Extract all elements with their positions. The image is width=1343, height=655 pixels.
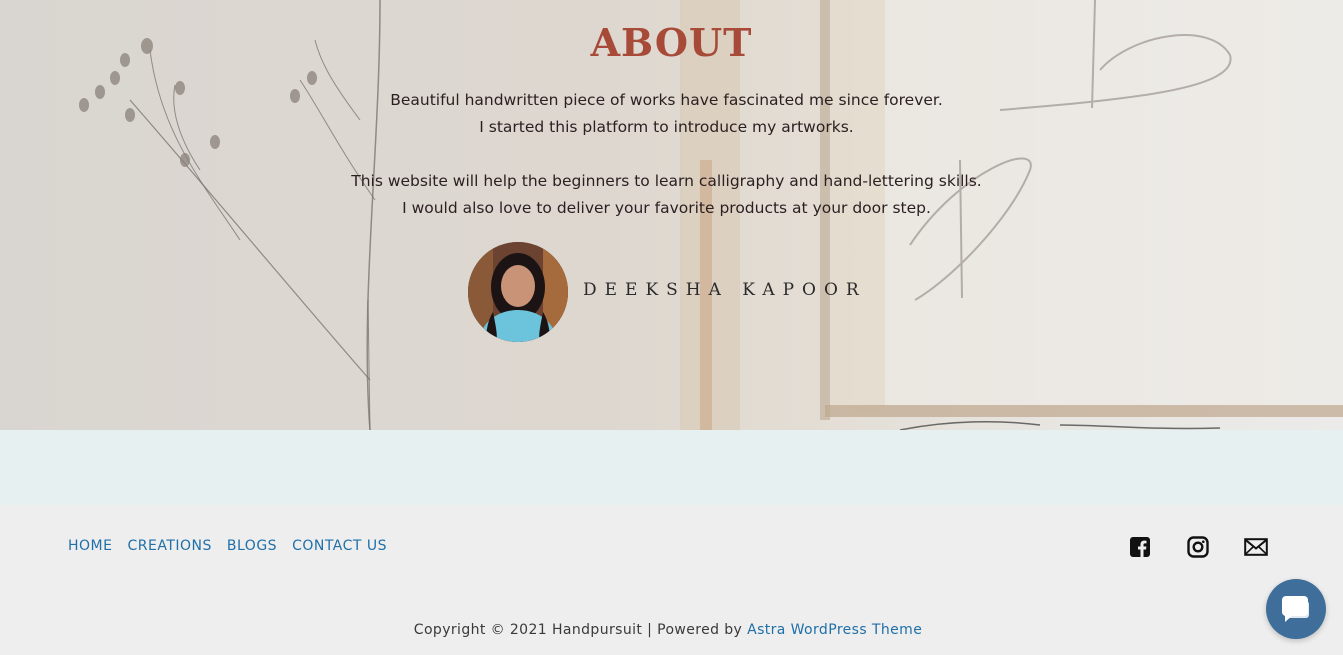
facebook-icon[interactable] [1128, 535, 1152, 559]
chat-icon [1282, 596, 1309, 622]
about-section: ABOUT Beautiful handwritten piece of wor… [0, 0, 1343, 430]
nav-contact-us-link[interactable]: CONTACT US [292, 538, 387, 554]
about-line: I started this platform to introduce my … [479, 118, 854, 136]
author-avatar [468, 242, 568, 342]
person-photo-icon [468, 242, 568, 342]
instagram-icon[interactable] [1186, 535, 1210, 559]
nav-blogs-link[interactable]: BLOGS [227, 538, 277, 554]
email-icon[interactable] [1244, 535, 1268, 559]
footer-nav: HOME CREATIONS BLOGS CONTACT US [68, 538, 387, 554]
about-title: ABOUT [590, 20, 753, 65]
copyright-prefix: Copyright © 2021 Handpursuit | Powered b… [413, 622, 748, 638]
chat-button[interactable] [1266, 579, 1326, 639]
about-line: This website will help the beginners to … [351, 172, 982, 190]
nav-home-link[interactable]: HOME [68, 538, 112, 554]
author-name: DEEKSHA KAPOOR [583, 280, 867, 300]
about-paragraph-1: Beautiful handwritten piece of works hav… [0, 87, 1333, 141]
about-paragraph-2: This website will help the beginners to … [0, 168, 1333, 222]
site-footer: HOME CREATIONS BLOGS CONTACT US Copyrigh… [0, 505, 1343, 655]
theme-link[interactable]: Astra WordPress Theme [747, 622, 922, 638]
nav-creations-link[interactable]: CREATIONS [127, 538, 211, 554]
about-line: I would also love to deliver your favori… [402, 199, 931, 217]
divider-band [0, 430, 1343, 505]
copyright-text: Copyright © 2021 Handpursuit | Powered b… [0, 622, 1336, 638]
about-line: Beautiful handwritten piece of works hav… [390, 91, 943, 109]
